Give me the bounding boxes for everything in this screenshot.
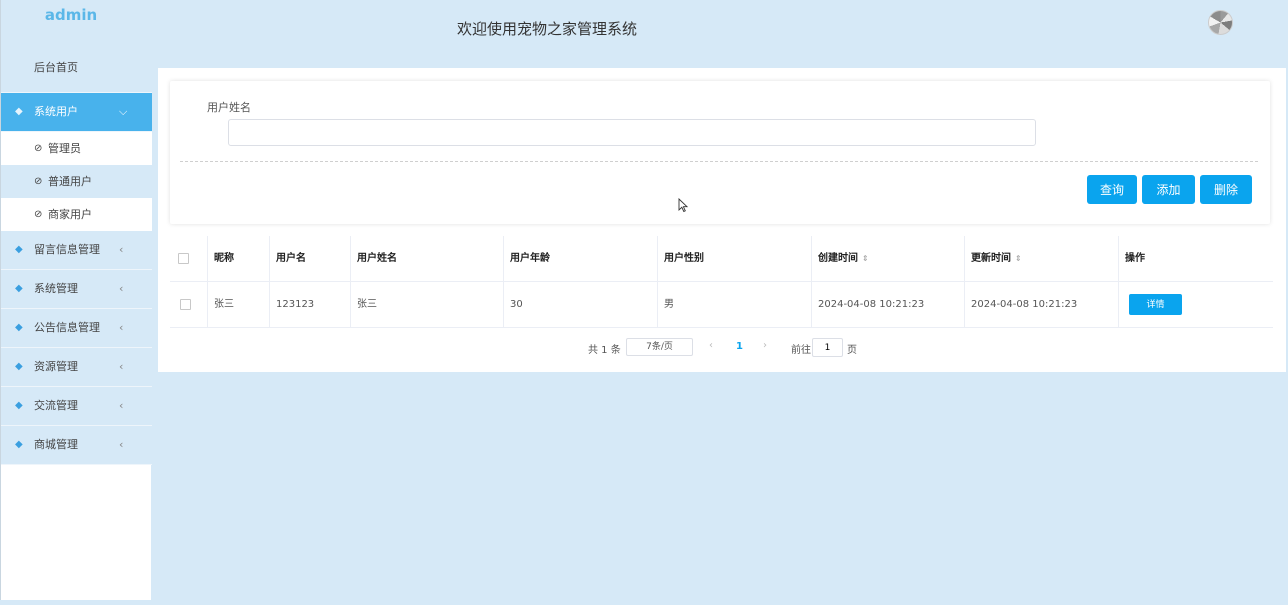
page-suffix-label: 页 <box>847 345 857 356</box>
chevron-left-icon: ‹ <box>119 438 124 451</box>
cell-nickname: 张三 <box>208 282 270 327</box>
select-all-cell <box>170 236 208 281</box>
header-name: 用户姓名 <box>351 236 504 281</box>
page-size-select[interactable]: 7条/页 <box>626 338 693 356</box>
gem-icon: ◆ <box>15 400 23 411</box>
chevron-left-icon: ‹ <box>119 321 124 334</box>
sidebar-subitem-label: 管理员 <box>48 142 81 155</box>
sidebar-subitem-admins[interactable]: ⊘ 管理员 <box>1 132 152 165</box>
cell-age: 30 <box>504 282 658 327</box>
sidebar-item-label: 资源管理 <box>34 360 78 373</box>
sidebar-item-label: 留言信息管理 <box>34 243 100 256</box>
cell-username: 123123 <box>270 282 351 327</box>
gem-icon: ◆ <box>15 283 23 294</box>
table-header-row: 昵称 用户名 用户姓名 用户年龄 用户性别 创建时间 ⇕ 更新时间 ⇕ 操作 <box>170 236 1273 282</box>
add-button[interactable]: 添加 <box>1142 175 1195 204</box>
chevron-left-icon: ‹ <box>119 243 124 256</box>
check-circle-icon: ⊘ <box>34 209 43 220</box>
row-checkbox[interactable] <box>180 298 191 310</box>
pagination-total: 共 1 条 <box>588 345 621 356</box>
sidebar-subitem-merchant-users[interactable]: ⊘ 商家用户 <box>1 198 152 231</box>
search-button[interactable]: 查询 <box>1087 175 1137 204</box>
sort-icon[interactable]: ⇕ <box>862 254 869 263</box>
select-all-checkbox[interactable] <box>178 252 189 264</box>
header-gender: 用户性别 <box>658 236 812 281</box>
cell-created: 2024-04-08 10:21:23 <box>812 282 965 327</box>
sidebar-item-label: 交流管理 <box>34 399 78 412</box>
sidebar-subitem-label: 商家用户 <box>48 208 92 221</box>
gem-icon: ◆ <box>15 244 23 255</box>
table-row: 张三 123123 张三 30 男 2024-04-08 10:21:23 20… <box>170 282 1273 328</box>
header-created[interactable]: 创建时间 ⇕ <box>812 236 965 281</box>
detail-button[interactable]: 详情 <box>1129 294 1182 315</box>
gem-icon: ◆ <box>15 322 23 333</box>
sidebar-item-label: 系统用户 <box>34 105 78 118</box>
chevron-left-icon: ‹ <box>119 360 124 373</box>
sidebar-item-messages[interactable]: ◆ 留言信息管理 ‹ <box>1 231 152 270</box>
sidebar-item-resources[interactable]: ◆ 资源管理 ‹ <box>1 348 152 387</box>
divider <box>180 161 1258 162</box>
page-jump-input[interactable] <box>812 338 843 357</box>
username-field-label: 用户姓名 <box>207 101 251 114</box>
current-page[interactable]: 1 <box>736 341 743 352</box>
sidebar-item-notices[interactable]: ◆ 公告信息管理 ‹ <box>1 309 152 348</box>
sidebar-item-label: 商城管理 <box>34 438 78 451</box>
logo: admin <box>44 6 98 24</box>
check-circle-icon: ⊘ <box>34 143 43 154</box>
chevron-left-icon[interactable]: ‹ <box>709 340 713 351</box>
cell-updated: 2024-04-08 10:21:23 <box>965 282 1119 327</box>
pagination: 共 1 条 7条/页 ‹ 1 › 前往 页 <box>158 337 1286 359</box>
chevron-down-icon: ⌵ <box>119 105 128 118</box>
sidebar-item-mall[interactable]: ◆ 商城管理 ‹ <box>1 426 152 465</box>
username-search-input[interactable] <box>228 119 1036 146</box>
sidebar-subitem-label: 普通用户 <box>48 175 92 188</box>
sidebar-item-label: 系统管理 <box>34 282 78 295</box>
sort-icon[interactable]: ⇕ <box>1015 254 1022 263</box>
sidebar-item-exchange[interactable]: ◆ 交流管理 ‹ <box>1 387 152 426</box>
avatar[interactable] <box>1208 10 1233 35</box>
chevron-right-icon[interactable]: › <box>763 340 767 351</box>
cell-actions: 详情 <box>1119 282 1273 327</box>
sidebar-item-label: 公告信息管理 <box>34 321 100 334</box>
page-title: 欢迎使用宠物之家管理系统 <box>457 20 638 38</box>
sidebar-item-label: 后台首页 <box>34 61 78 74</box>
check-circle-icon: ⊘ <box>34 176 43 187</box>
delete-button[interactable]: 删除 <box>1200 175 1252 204</box>
sidebar-menu: 后台首页 ◆ 系统用户 ⌵ ⊘ 管理员 ⊘ 普通用户 ⊘ 商家用户 ◆ 留言信息… <box>1 44 152 465</box>
cell-name: 张三 <box>351 282 504 327</box>
sidebar-item-system-users[interactable]: ◆ 系统用户 ⌵ <box>1 93 152 132</box>
header-nickname: 昵称 <box>208 236 270 281</box>
search-form: 用户姓名 查询 添加 删除 <box>170 81 1270 224</box>
sidebar-subitem-normal-users[interactable]: ⊘ 普通用户 <box>1 165 152 198</box>
gem-icon: ◆ <box>15 439 23 450</box>
chevron-left-icon: ‹ <box>119 399 124 412</box>
chevron-left-icon: ‹ <box>119 282 124 295</box>
gem-icon: ◆ <box>15 106 23 117</box>
header-age: 用户年龄 <box>504 236 658 281</box>
mouse-cursor-icon <box>678 198 689 213</box>
sidebar-header: admin <box>1 0 152 44</box>
main-panel: 用户姓名 查询 添加 删除 昵称 用户名 用户姓名 用户年龄 用户性别 创建时间… <box>158 68 1286 372</box>
row-select-cell <box>170 282 208 327</box>
header-created-label: 创建时间 <box>818 253 858 264</box>
gem-icon: ◆ <box>15 361 23 372</box>
header-actions: 操作 <box>1125 253 1145 264</box>
header-updated-label: 更新时间 <box>971 253 1011 264</box>
goto-label: 前往 <box>791 345 811 356</box>
cell-gender: 男 <box>658 282 812 327</box>
sidebar: admin 后台首页 ◆ 系统用户 ⌵ ⊘ 管理员 ⊘ 普通用户 ⊘ 商家用户 … <box>0 0 152 600</box>
header-username: 用户名 <box>270 236 351 281</box>
header-updated[interactable]: 更新时间 ⇕ <box>965 236 1119 281</box>
sidebar-item-system[interactable]: ◆ 系统管理 ‹ <box>1 270 152 309</box>
sidebar-item-home[interactable]: 后台首页 <box>1 44 152 93</box>
users-table: 昵称 用户名 用户姓名 用户年龄 用户性别 创建时间 ⇕ 更新时间 ⇕ 操作 张三 … <box>170 236 1273 328</box>
